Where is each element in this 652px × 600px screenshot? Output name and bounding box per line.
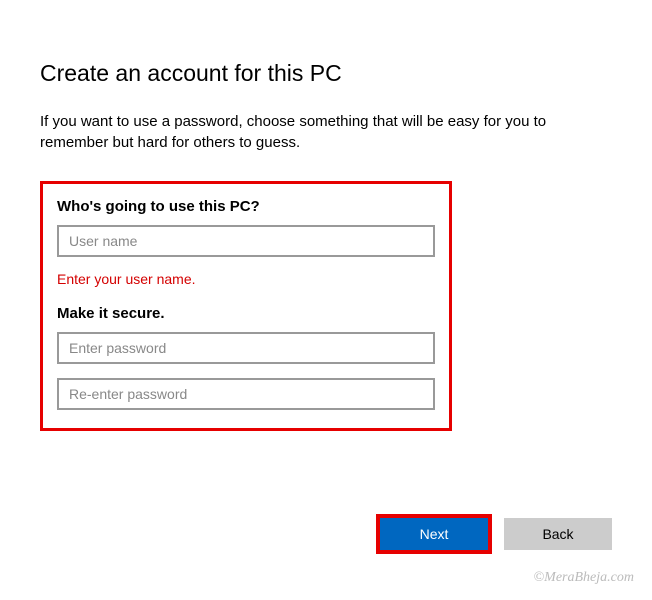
secure-label: Make it secure. <box>57 305 435 322</box>
button-row: Next Back <box>380 518 612 550</box>
watermark: ©MeraBheja.com <box>534 570 634 586</box>
password-input[interactable] <box>57 332 435 364</box>
page-title: Create an account for this PC <box>40 60 612 87</box>
account-form-section: Who's going to use this PC? Enter your u… <box>40 181 452 431</box>
reenter-password-input[interactable] <box>57 378 435 410</box>
username-error: Enter your user name. <box>57 271 435 287</box>
username-input[interactable] <box>57 225 435 257</box>
page-description: If you want to use a password, choose so… <box>40 111 612 153</box>
back-button[interactable]: Back <box>504 518 612 550</box>
next-button[interactable]: Next <box>380 518 488 550</box>
who-label: Who's going to use this PC? <box>57 198 435 215</box>
